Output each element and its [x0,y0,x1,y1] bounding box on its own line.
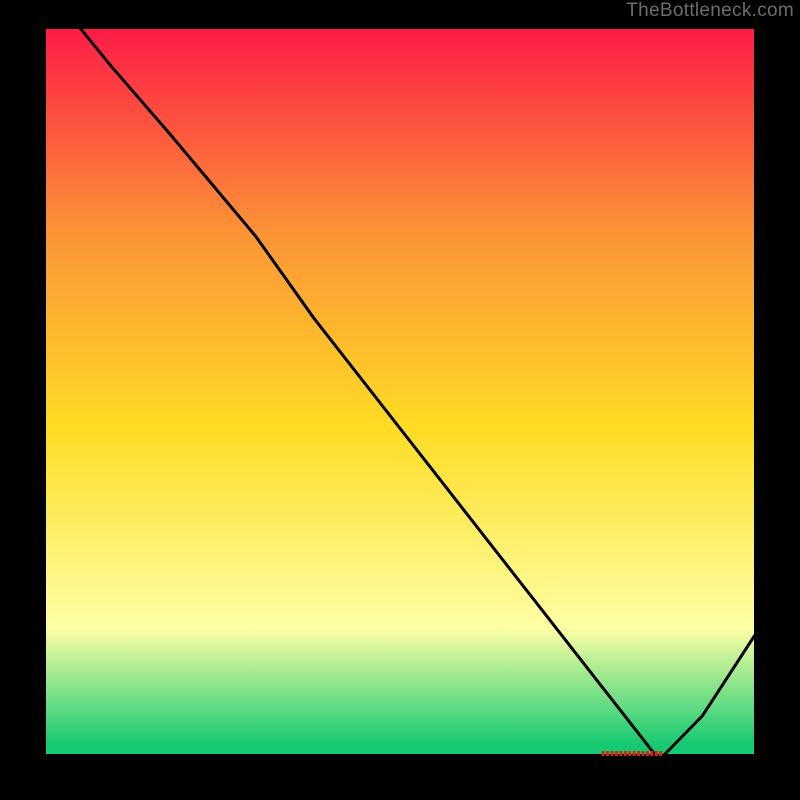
plot-svg [0,0,800,800]
chart-container: TheBottleneck.com [0,0,800,800]
plot-gradient-bg [40,23,760,760]
